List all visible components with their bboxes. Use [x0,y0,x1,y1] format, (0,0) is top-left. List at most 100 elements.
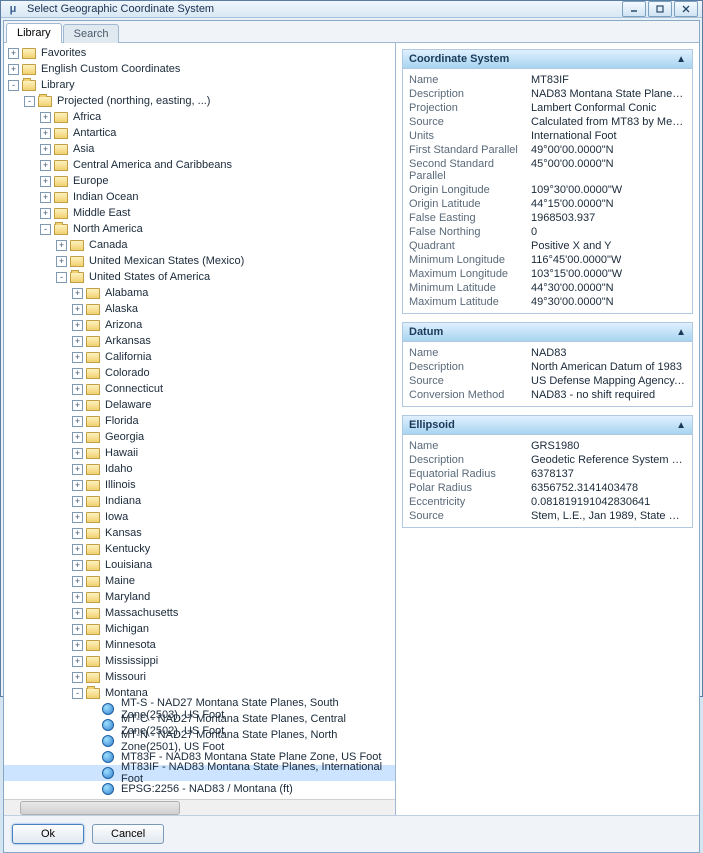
expand-icon[interactable]: + [72,288,83,299]
expand-icon[interactable]: + [72,320,83,331]
expand-icon[interactable]: + [72,512,83,523]
expand-icon[interactable]: + [72,672,83,683]
section-header[interactable]: Ellipsoid ▲ [403,416,692,435]
tree-node[interactable]: MT-N - NAD27 Montana State Planes, North… [4,733,395,749]
tree-node[interactable]: +Florida [4,413,395,429]
cancel-button[interactable]: Cancel [92,824,164,844]
tab-search[interactable]: Search [63,24,120,43]
collapse-icon[interactable]: - [24,96,35,107]
expand-icon[interactable]: + [40,192,51,203]
tree-node[interactable]: -Projected (northing, easting, ...) [4,93,395,109]
tree-node[interactable]: +Illinois [4,477,395,493]
tree-node[interactable]: +Maryland [4,589,395,605]
tree-node[interactable]: +Idaho [4,461,395,477]
tree-node[interactable]: +Indiana [4,493,395,509]
expand-icon[interactable]: + [72,544,83,555]
expand-icon[interactable]: + [72,624,83,635]
tree-node[interactable]: +Kentucky [4,541,395,557]
app-icon: μ [5,1,21,17]
tree-node[interactable]: +Antartica [4,125,395,141]
expand-icon[interactable]: + [40,112,51,123]
horizontal-scrollbar[interactable] [4,799,395,815]
expand-icon[interactable]: + [72,592,83,603]
tree-node[interactable]: -Library [4,77,395,93]
tree-node[interactable]: +English Custom Coordinates [4,61,395,77]
tree-node[interactable]: +Mississippi [4,653,395,669]
expand-icon[interactable]: + [72,528,83,539]
expand-icon[interactable]: + [72,416,83,427]
expand-icon[interactable]: + [72,496,83,507]
tree-node[interactable]: +Alabama [4,285,395,301]
expand-icon[interactable]: + [72,640,83,651]
tree-node[interactable]: +Colorado [4,365,395,381]
collapse-icon[interactable]: ▲ [676,420,686,431]
minimize-button[interactable] [622,1,646,17]
expand-icon[interactable]: + [72,656,83,667]
collapse-icon[interactable]: ▲ [676,54,686,65]
expand-icon[interactable]: + [72,432,83,443]
collapse-icon[interactable]: - [8,80,19,91]
tree-node[interactable]: +Asia [4,141,395,157]
tree-node[interactable]: +Arkansas [4,333,395,349]
expand-icon[interactable]: + [40,208,51,219]
expand-icon[interactable]: + [40,160,51,171]
scrollbar-thumb[interactable] [20,801,180,815]
tree-node[interactable]: +Canada [4,237,395,253]
collapse-icon[interactable]: ▲ [676,327,686,338]
tree-node[interactable]: +Favorites [4,45,395,61]
maximize-button[interactable] [648,1,672,17]
expand-icon[interactable]: + [72,464,83,475]
expand-icon[interactable]: + [72,480,83,491]
collapse-icon[interactable]: - [56,272,67,283]
tree-node[interactable]: +Georgia [4,429,395,445]
tree-node[interactable]: +Middle East [4,205,395,221]
tree-node[interactable]: +Iowa [4,509,395,525]
tree-node[interactable]: +Louisiana [4,557,395,573]
property-key: Origin Longitude [409,184,531,196]
tree-node[interactable]: +Central America and Caribbeans [4,157,395,173]
tab-library[interactable]: Library [6,23,62,43]
ok-button[interactable]: Ok [12,824,84,844]
tree-node[interactable]: +Hawaii [4,445,395,461]
tree-node[interactable]: +Kansas [4,525,395,541]
expand-icon[interactable]: + [72,368,83,379]
collapse-icon[interactable]: - [40,224,51,235]
tree-node[interactable]: +Missouri [4,669,395,685]
coordinate-tree[interactable]: +Favorites+English Custom Coordinates-Li… [4,43,395,799]
tree-node[interactable]: +Africa [4,109,395,125]
tree-node[interactable]: -United States of America [4,269,395,285]
tree-node[interactable]: +Europe [4,173,395,189]
expand-icon[interactable]: + [56,256,67,267]
expand-icon[interactable]: + [72,448,83,459]
tree-node[interactable]: +Connecticut [4,381,395,397]
expand-icon[interactable]: + [40,144,51,155]
expand-icon[interactable]: + [8,48,19,59]
expand-icon[interactable]: + [72,560,83,571]
expand-icon[interactable]: + [72,352,83,363]
expand-icon[interactable]: + [72,608,83,619]
tree-node[interactable]: +Arizona [4,317,395,333]
tree-node[interactable]: +United Mexican States (Mexico) [4,253,395,269]
section-header[interactable]: Coordinate System ▲ [403,50,692,69]
expand-icon[interactable]: + [40,176,51,187]
expand-icon[interactable]: + [72,384,83,395]
tree-node[interactable]: +Minnesota [4,637,395,653]
tree-node[interactable]: +Delaware [4,397,395,413]
tree-node[interactable]: +Massachusetts [4,605,395,621]
expand-icon[interactable]: + [72,304,83,315]
tree-node[interactable]: MT83IF - NAD83 Montana State Planes, Int… [4,765,395,781]
expand-icon[interactable]: + [72,576,83,587]
section-header[interactable]: Datum ▲ [403,323,692,342]
tree-node[interactable]: -North America [4,221,395,237]
expand-icon[interactable]: + [40,128,51,139]
expand-icon[interactable]: + [72,400,83,411]
tree-node[interactable]: +Indian Ocean [4,189,395,205]
expand-icon[interactable]: + [8,64,19,75]
tree-node[interactable]: +California [4,349,395,365]
tree-node[interactable]: +Alaska [4,301,395,317]
expand-icon[interactable]: + [56,240,67,251]
tree-node[interactable]: +Michigan [4,621,395,637]
close-button[interactable] [674,1,698,17]
expand-icon[interactable]: + [72,336,83,347]
tree-node[interactable]: +Maine [4,573,395,589]
